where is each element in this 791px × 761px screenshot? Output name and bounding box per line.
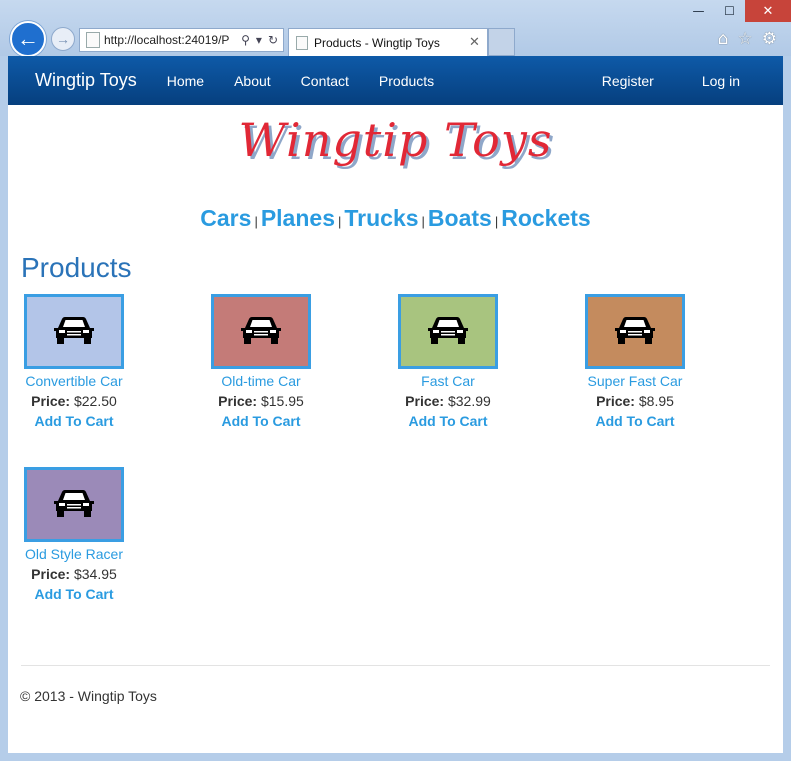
nav-login[interactable]: Log in	[702, 73, 740, 89]
product-card: Super Fast Car Price: $8.95 Add To Cart	[570, 294, 700, 429]
add-to-cart-link[interactable]: Add To Cart	[196, 413, 326, 429]
nav-register[interactable]: Register	[602, 73, 654, 89]
product-name[interactable]: Super Fast Car	[570, 373, 700, 389]
new-tab-button[interactable]	[488, 28, 515, 56]
price-label: Price:	[596, 393, 635, 409]
car-icon	[424, 314, 472, 349]
home-icon[interactable]: ⌂	[718, 29, 729, 49]
car-icon	[611, 314, 659, 349]
product-price: Price: $32.99	[383, 393, 513, 409]
product-price: Price: $22.50	[9, 393, 139, 409]
car-icon	[50, 487, 98, 522]
window-controls: — ☐ ✕	[683, 0, 791, 22]
refresh-icon[interactable]: ↻	[268, 33, 278, 47]
car-icon	[237, 314, 285, 349]
product-card: Fast Car Price: $32.99 Add To Cart	[383, 294, 513, 429]
close-button[interactable]: ✕	[745, 0, 791, 22]
page-viewport: Wingtip Toys Home About Contact Products…	[8, 56, 783, 753]
add-to-cart-link[interactable]: Add To Cart	[9, 413, 139, 429]
address-url[interactable]: http://localhost:24019/P	[104, 33, 236, 47]
product-name[interactable]: Old-time Car	[196, 373, 326, 389]
price-label: Price:	[218, 393, 258, 409]
category-separator: |	[337, 214, 342, 229]
favorites-star-icon[interactable]: ☆	[738, 29, 753, 49]
address-tools: ⚲ ▾ ↻	[236, 33, 283, 47]
back-button[interactable]: ←	[10, 21, 46, 57]
product-image[interactable]	[585, 294, 685, 369]
product-name[interactable]: Old Style Racer	[9, 546, 139, 562]
product-price: Price: $15.95	[196, 393, 326, 409]
back-arrow-icon: ←	[17, 26, 39, 51]
product-card: Old Style Racer Price: $34.95 Add To Car…	[9, 467, 139, 602]
price-value: $32.99	[447, 393, 491, 409]
nav-account: Register Log in	[554, 73, 740, 89]
logo-text: Wingtip Toys	[238, 113, 553, 167]
category-planes[interactable]: Planes	[261, 205, 335, 231]
settings-gear-icon[interactable]: ⚙	[762, 29, 777, 49]
price-value: $15.95	[260, 393, 304, 409]
nav-products[interactable]: Products	[379, 73, 434, 89]
dropdown-icon[interactable]: ▾	[256, 33, 262, 47]
price-value: $34.95	[73, 566, 117, 582]
price-value: $22.50	[73, 393, 117, 409]
price-label: Price:	[31, 566, 71, 582]
tab-products[interactable]: Products - Wingtip Toys ✕	[288, 28, 488, 56]
category-separator: |	[494, 214, 499, 229]
tab-page-icon	[296, 35, 308, 50]
product-name[interactable]: Convertible Car	[9, 373, 139, 389]
nav-home[interactable]: Home	[167, 73, 204, 89]
category-separator: |	[254, 214, 258, 229]
nav-contact[interactable]: Contact	[301, 73, 349, 89]
forward-arrow-icon: →	[56, 31, 70, 47]
product-grid: Convertible Car Price: $22.50 Add To Car…	[8, 294, 783, 624]
page-title: Products	[21, 252, 132, 283]
address-bar[interactable]: http://localhost:24019/P ⚲ ▾ ↻	[79, 28, 284, 52]
add-to-cart-link[interactable]: Add To Cart	[9, 586, 139, 602]
category-trucks[interactable]: Trucks	[344, 205, 418, 231]
maximize-button[interactable]: ☐	[714, 0, 745, 22]
tab-title: Products - Wingtip Toys	[314, 35, 440, 50]
price-value: $8.95	[638, 393, 674, 409]
minimize-button[interactable]: —	[683, 0, 714, 22]
product-card: Old-time Car Price: $15.95 Add To Cart	[196, 294, 326, 429]
nav-about[interactable]: About	[234, 73, 271, 89]
brand-link[interactable]: Wingtip Toys	[35, 70, 137, 91]
category-menu: Cars | Planes | Trucks | Boats | Rockets	[8, 205, 783, 232]
footer-copyright: © 2013 - Wingtip Toys	[20, 688, 157, 704]
footer-divider	[21, 665, 770, 666]
search-icon[interactable]: ⚲	[241, 33, 250, 47]
price-label: Price:	[405, 393, 445, 409]
add-to-cart-link[interactable]: Add To Cart	[383, 413, 513, 429]
category-cars[interactable]: Cars	[200, 205, 251, 231]
browser-chrome: — ☐ ✕ ← → http://localhost:24019/P ⚲ ▾ ↻…	[0, 0, 791, 57]
site-logo: Wingtip Toys	[8, 113, 783, 185]
product-price: Price: $34.95	[9, 566, 139, 582]
product-image[interactable]	[211, 294, 311, 369]
car-icon	[50, 314, 98, 349]
product-name[interactable]: Fast Car	[383, 373, 513, 389]
product-card: Convertible Car Price: $22.50 Add To Car…	[9, 294, 139, 429]
product-price: Price: $8.95	[570, 393, 700, 409]
category-rockets[interactable]: Rockets	[501, 205, 590, 231]
site-navbar: Wingtip Toys Home About Contact Products…	[8, 56, 783, 105]
add-to-cart-link[interactable]: Add To Cart	[570, 413, 700, 429]
forward-button[interactable]: →	[51, 27, 75, 51]
page-icon	[86, 32, 100, 48]
category-boats[interactable]: Boats	[428, 205, 492, 231]
category-separator: |	[421, 214, 425, 229]
price-label: Price:	[31, 393, 71, 409]
tab-close-icon[interactable]: ✕	[469, 35, 487, 50]
browser-toolbar-icons: ⌂ ☆ ⚙	[718, 29, 777, 49]
product-image[interactable]	[24, 467, 124, 542]
product-image[interactable]	[24, 294, 124, 369]
product-image[interactable]	[398, 294, 498, 369]
